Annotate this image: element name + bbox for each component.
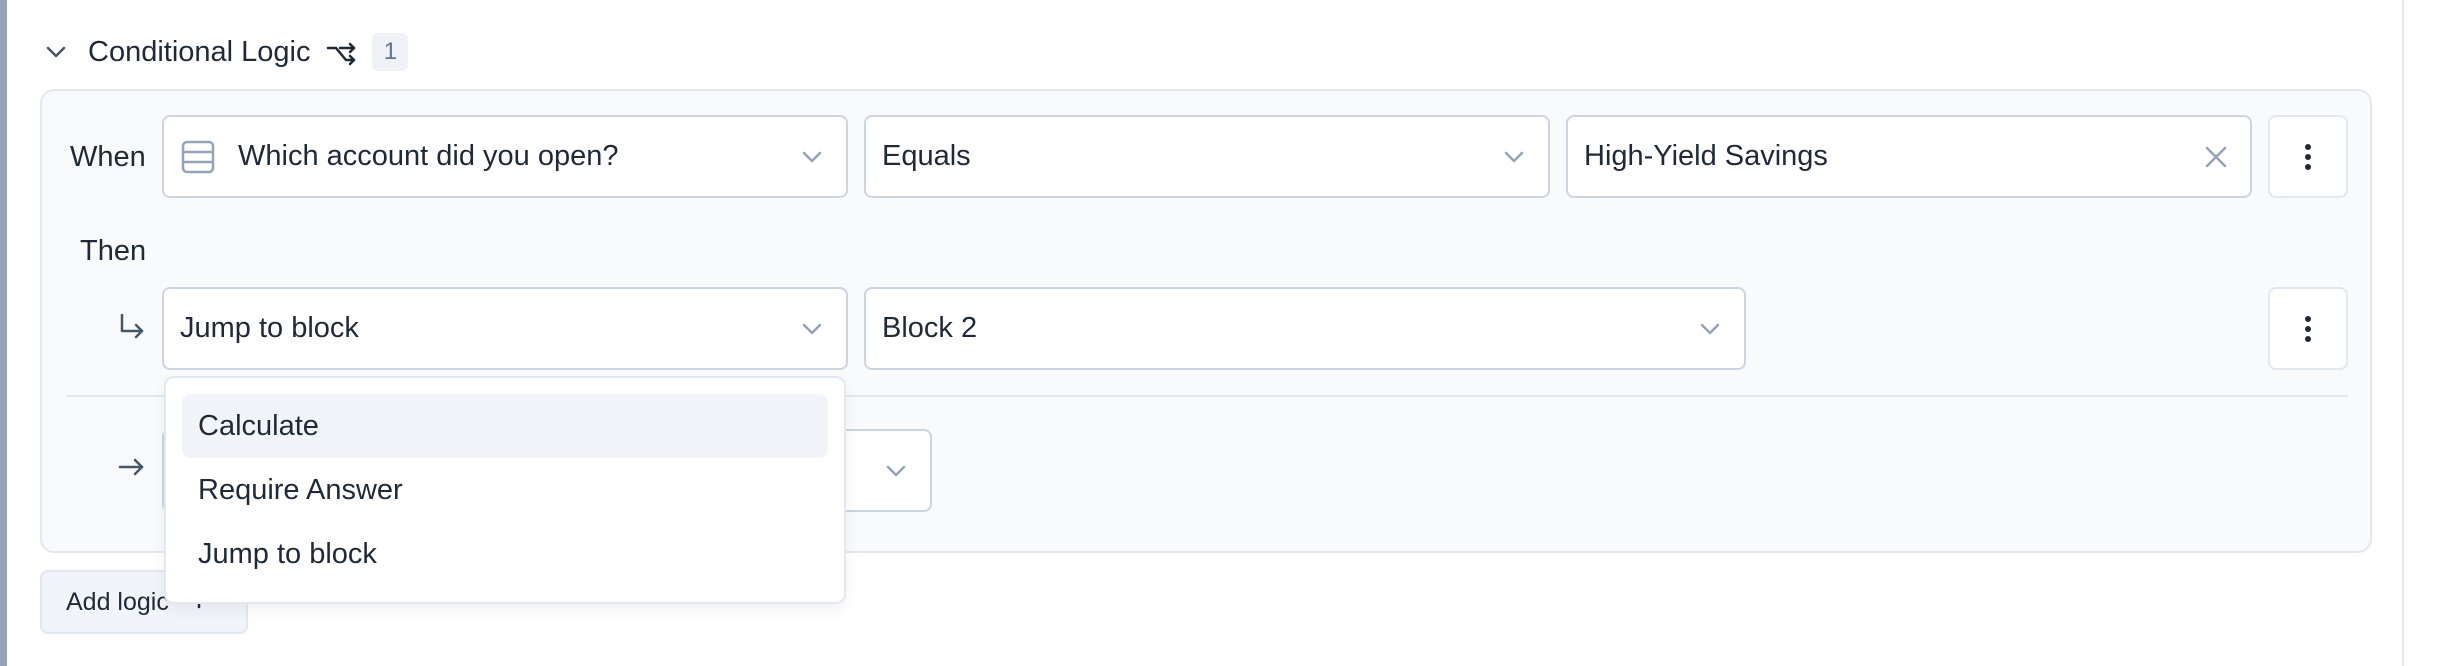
- section-header[interactable]: Conditional Logic 1: [40, 28, 409, 76]
- corner-down-right-icon: [114, 309, 154, 349]
- chevron-down-icon[interactable]: [40, 36, 72, 68]
- value-input-text: High-Yield Savings: [1584, 140, 1828, 172]
- arrow-right-icon: [116, 451, 152, 487]
- condition-more-button[interactable]: [2268, 115, 2348, 198]
- left-accent-rule: [0, 0, 7, 666]
- menu-item-jump-to-block[interactable]: Jump to block: [182, 522, 828, 586]
- action-select-value: Jump to block: [180, 312, 359, 344]
- branch-icon: [324, 34, 360, 70]
- chevron-down-icon: [794, 139, 830, 175]
- chevron-down-icon: [794, 311, 830, 347]
- question-list-icon: [180, 138, 218, 176]
- question-select[interactable]: Which account did you open?: [162, 115, 848, 198]
- right-border-rule: [2402, 0, 2404, 666]
- kebab-icon: [2305, 143, 2311, 170]
- logic-count-badge: 1: [372, 33, 409, 71]
- chevron-down-icon: [878, 453, 914, 489]
- clear-icon[interactable]: [2198, 139, 2234, 175]
- kebab-icon: [2305, 315, 2311, 342]
- operator-select[interactable]: Equals: [864, 115, 1550, 198]
- action-type-dropdown: Calculate Require Answer Jump to block: [164, 376, 846, 604]
- when-label: When: [70, 141, 146, 173]
- question-select-value: Which account did you open?: [238, 140, 619, 172]
- action-more-button[interactable]: [2268, 287, 2348, 370]
- chevron-down-icon: [1496, 139, 1532, 175]
- action-select[interactable]: Jump to block: [162, 287, 848, 370]
- target-block-select[interactable]: Block 2: [864, 287, 1746, 370]
- target-block-value: Block 2: [882, 312, 978, 344]
- logic-page: Conditional Logic 1 When Which account d…: [0, 0, 2440, 666]
- then-label: Then: [80, 235, 147, 267]
- menu-item-calculate[interactable]: Calculate: [182, 394, 828, 458]
- operator-select-value: Equals: [882, 140, 971, 172]
- section-title: Conditional Logic: [88, 35, 311, 68]
- menu-item-require-answer[interactable]: Require Answer: [182, 458, 828, 522]
- add-logic-label: Add logic: [66, 587, 169, 616]
- value-input[interactable]: High-Yield Savings: [1566, 115, 2252, 198]
- chevron-down-icon: [1692, 311, 1728, 347]
